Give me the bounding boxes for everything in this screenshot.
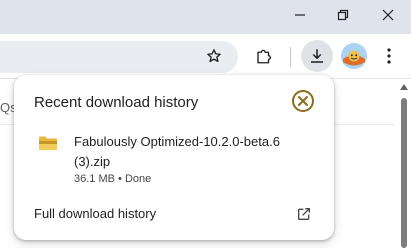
download-bubble-close-button[interactable] [291,89,315,113]
folder-icon [39,136,57,150]
restore-button[interactable] [320,0,366,30]
puzzle-piece-icon [257,49,272,64]
open-in-new-icon [298,208,310,220]
scroll-up-arrow[interactable] [400,84,408,90]
menu-button[interactable] [373,40,405,72]
browser-window: Qs Recent download history Fabulously Op… [0,0,411,248]
download-file-size: 36.1 MB [74,173,115,185]
title-bar [0,0,411,34]
meta-separator: • [118,173,122,185]
download-file-name[interactable]: Fabulously Optimized-10.2.0-beta.6 (3).z… [74,132,304,172]
download-bubble: Recent download history Fabulously Optim… [14,75,334,240]
avatar [341,43,367,69]
restore-icon [337,9,349,21]
scrollbar-thumb[interactable] [401,98,407,248]
download-bubble-title: Recent download history [34,94,199,111]
full-download-history-link[interactable]: Full download history [34,206,156,221]
bookmark-button[interactable] [198,40,230,72]
three-dot-menu-icon [387,48,391,64]
toolbar-separator [290,47,291,67]
download-file-meta: 36.1 MB • Done [74,173,151,185]
minimize-icon [295,14,305,16]
extensions-button[interactable] [248,40,280,72]
minimize-button[interactable] [277,0,323,30]
close-window-button[interactable] [365,0,411,30]
profile-button[interactable] [338,40,370,72]
downloads-button[interactable] [301,40,333,72]
close-circle-icon [292,90,314,112]
star-icon [207,49,221,63]
close-icon [382,9,394,21]
download-icon [311,49,323,63]
open-download-history-button[interactable] [293,203,315,225]
download-status: Done [124,173,152,185]
